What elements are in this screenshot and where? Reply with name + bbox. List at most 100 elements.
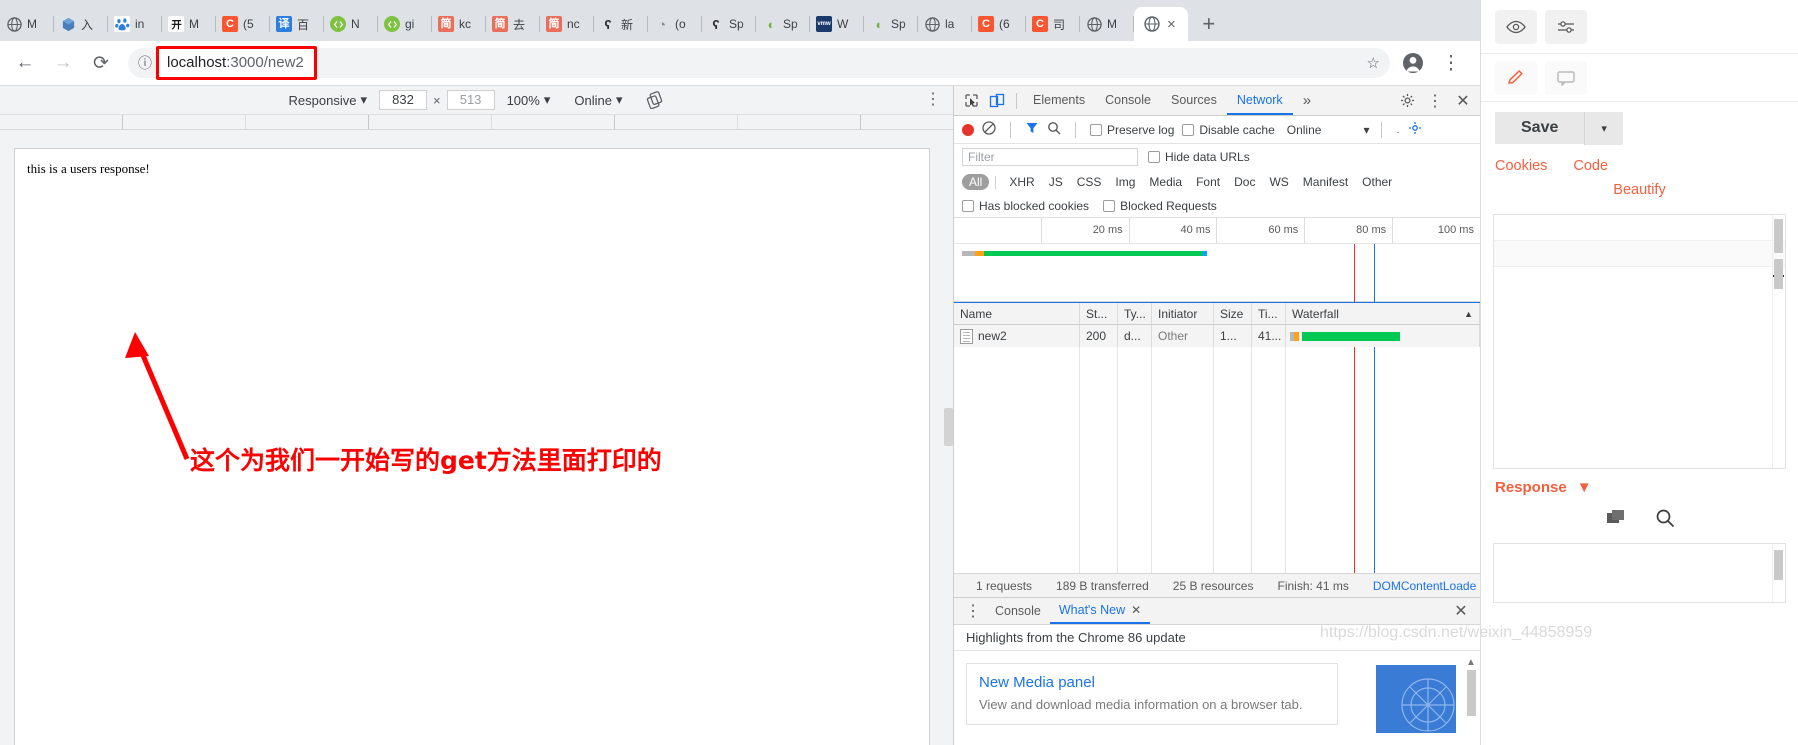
column-header-name[interactable]: Name xyxy=(954,303,1080,324)
type-filter-ws[interactable]: WS xyxy=(1262,174,1295,190)
new-tab-button[interactable]: + xyxy=(1194,9,1224,39)
close-icon[interactable]: ✕ xyxy=(1131,597,1141,623)
device-select[interactable]: Responsive ▾ xyxy=(277,92,379,108)
has-blocked-cookies-checkbox[interactable]: Has blocked cookies xyxy=(962,199,1089,213)
table-row[interactable]: new2 200 d... Other 1... 41... xyxy=(954,325,1480,347)
devtools-close-button[interactable]: ✕ xyxy=(1450,88,1476,114)
browser-tab[interactable]: ʕ Sp xyxy=(702,7,756,41)
browser-tab[interactable]: ◔ (o xyxy=(648,7,702,41)
drawer-scrollbar[interactable]: ▲ xyxy=(1466,657,1476,741)
search-icon[interactable] xyxy=(1655,508,1675,533)
device-height-input[interactable]: 513 xyxy=(446,90,495,110)
type-filter-media[interactable]: Media xyxy=(1142,174,1189,190)
scrollbar-thumb[interactable] xyxy=(1774,259,1783,289)
column-header-time[interactable]: Ti... xyxy=(1252,303,1286,324)
beautify-link[interactable]: Beautify xyxy=(1613,182,1665,198)
browser-tab[interactable]: ◖ Sp xyxy=(864,7,918,41)
bookmark-star-icon[interactable]: ☆ xyxy=(1367,54,1380,72)
scroll-up-icon[interactable]: ▲ xyxy=(1466,657,1476,668)
column-header-size[interactable]: Size xyxy=(1214,303,1252,324)
type-filter-xhr[interactable]: XHR xyxy=(1002,174,1041,190)
reload-button[interactable]: ⟳ xyxy=(84,46,118,80)
address-bar-url[interactable]: localhost:3000/new2 xyxy=(167,54,304,71)
column-header-status[interactable]: St... xyxy=(1080,303,1118,324)
browser-tab[interactable]: ʕ新 xyxy=(594,7,648,41)
response-body-box[interactable] xyxy=(1493,543,1786,603)
browser-tab[interactable]: vmw W xyxy=(810,7,864,41)
drawer-tab-whats-new[interactable]: What's New ✕ xyxy=(1049,597,1151,624)
browser-tab[interactable]: 简去 xyxy=(486,7,540,41)
type-filter-manifest[interactable]: Manifest xyxy=(1296,174,1355,190)
browser-tab[interactable]: in xyxy=(108,7,162,41)
browser-tab[interactable]: 简 kc xyxy=(432,7,486,41)
save-button[interactable]: Save xyxy=(1495,112,1585,144)
cookies-link[interactable]: Cookies xyxy=(1495,158,1547,174)
devtools-menu-button[interactable]: ⋮ xyxy=(1422,88,1448,114)
browser-tab[interactable]: la xyxy=(918,7,972,41)
type-filter-other[interactable]: Other xyxy=(1355,174,1399,190)
device-throttling-select[interactable]: Online ▾ xyxy=(562,92,634,108)
devtools-tab-elements[interactable]: Elements xyxy=(1023,86,1095,115)
profile-avatar[interactable] xyxy=(1396,46,1430,80)
import-har-icon[interactable]: . xyxy=(1396,124,1399,136)
network-throttle-caret[interactable]: ▾ xyxy=(1363,123,1369,137)
browser-tab[interactable]: ◖ Sp xyxy=(756,7,810,41)
filter-input[interactable]: Filter xyxy=(962,148,1138,166)
blocked-requests-checkbox[interactable]: Blocked Requests xyxy=(1103,199,1217,213)
browser-tab[interactable]: N xyxy=(324,7,378,41)
browser-tab[interactable]: M xyxy=(0,7,54,41)
filter-funnel-icon[interactable] xyxy=(1025,121,1039,138)
network-throttle-select[interactable]: Online xyxy=(1287,123,1322,137)
whats-new-card[interactable]: New Media panel View and download media … xyxy=(966,663,1338,725)
disable-cache-checkbox[interactable]: Disable cache xyxy=(1182,123,1275,137)
drawer-tab-console[interactable]: Console xyxy=(986,598,1050,624)
clear-icon[interactable] xyxy=(982,121,996,138)
page-viewport[interactable]: this is a users response! 这个为我们一开始写的get方… xyxy=(14,148,930,745)
response-scrollbar[interactable] xyxy=(1772,544,1784,602)
browser-tab[interactable]: C司 xyxy=(1026,7,1080,41)
devtools-more-tabs[interactable]: » xyxy=(1293,86,1321,115)
drawer-menu-button[interactable]: ⋮ xyxy=(960,598,986,624)
record-icon[interactable] xyxy=(962,123,974,136)
preserve-log-checkbox[interactable]: Preserve log xyxy=(1090,123,1174,137)
network-overview-timeline[interactable]: 20 ms 40 ms 60 ms 80 ms 100 ms xyxy=(954,218,1480,302)
inspect-cursor-icon[interactable] xyxy=(958,88,984,114)
browser-tab[interactable]: gi xyxy=(378,7,432,41)
column-header-initiator[interactable]: Initiator xyxy=(1152,303,1214,324)
devtools-tab-network[interactable]: Network xyxy=(1226,86,1293,115)
response-section-header[interactable]: Response ▼ xyxy=(1481,469,1798,502)
type-filter-js[interactable]: JS xyxy=(1042,174,1070,190)
forward-button[interactable]: → xyxy=(46,46,80,80)
browser-tab[interactable]: 入 xyxy=(54,7,108,41)
browser-tab[interactable]: 开M xyxy=(162,7,216,41)
pencil-icon[interactable] xyxy=(1495,60,1537,95)
device-toggle-icon[interactable] xyxy=(984,88,1010,114)
site-info-icon[interactable]: ⓘ xyxy=(138,53,152,73)
devtools-tab-console[interactable]: Console xyxy=(1095,86,1161,115)
viewport-resize-handle[interactable] xyxy=(944,408,953,446)
browser-tab[interactable]: M xyxy=(1080,7,1134,41)
drawer-close-button[interactable]: ✕ xyxy=(1448,598,1474,624)
search-icon[interactable] xyxy=(1047,121,1061,138)
scrollbar-thumb[interactable] xyxy=(1774,550,1783,580)
extension-editor[interactable] xyxy=(1493,214,1786,469)
column-header-waterfall[interactable]: Waterfall ▲ xyxy=(1286,303,1480,324)
browser-menu-button[interactable]: ⋮ xyxy=(1434,46,1468,80)
rotate-icon[interactable] xyxy=(634,91,676,109)
scrollbar-thumb[interactable] xyxy=(1774,219,1783,253)
device-zoom-select[interactable]: 100% ▾ xyxy=(495,92,563,108)
editor-scrollbar[interactable] xyxy=(1772,215,1784,468)
whats-new-card-title[interactable]: New Media panel xyxy=(979,674,1325,691)
browser-tab[interactable]: 简 nc xyxy=(540,7,594,41)
browser-tab[interactable]: C (6 xyxy=(972,7,1026,41)
hide-data-urls-checkbox[interactable]: Hide data URLs xyxy=(1148,150,1250,164)
save-dropdown-button[interactable]: ▾ xyxy=(1584,111,1623,145)
eye-icon[interactable] xyxy=(1495,9,1537,44)
tab-close-icon[interactable]: × xyxy=(1165,17,1178,32)
type-filter-font[interactable]: Font xyxy=(1189,174,1227,190)
comment-icon[interactable] xyxy=(1545,60,1587,95)
omnibox[interactable]: ⓘ localhost:3000/new2 ☆ xyxy=(128,46,1390,80)
scrollbar-thumb[interactable] xyxy=(1466,670,1476,716)
back-button[interactable]: ← xyxy=(8,46,42,80)
device-toolbar-menu[interactable]: ⋮ xyxy=(925,92,941,108)
